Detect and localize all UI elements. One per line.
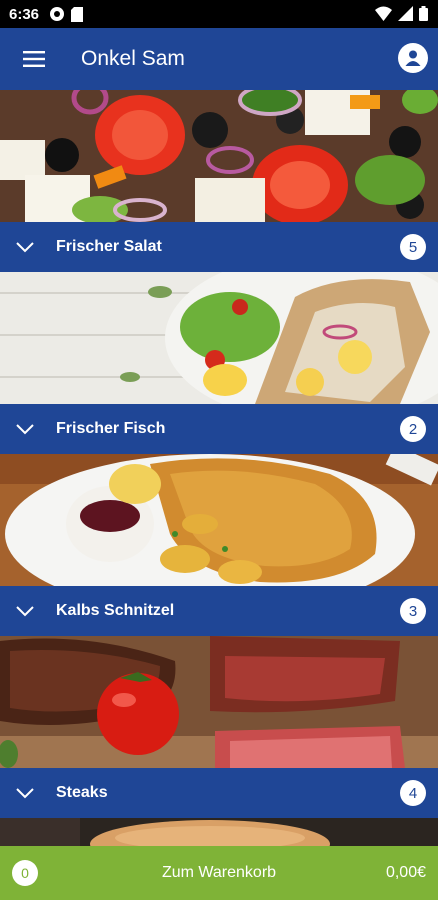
category-label: Frischer Fisch: [56, 420, 166, 437]
user-icon: [405, 50, 421, 66]
fish-photo[interactable]: [0, 272, 438, 404]
schnitzel-photo[interactable]: [0, 454, 438, 586]
category-schnitzel[interactable]: Kalbs Schnitzel 3: [0, 454, 438, 636]
chevron-down-icon: [14, 782, 36, 804]
page-title: Onkel Sam: [81, 47, 185, 70]
next-category-photo[interactable]: [0, 818, 438, 846]
category-salad[interactable]: Frischer Salat 5: [0, 90, 438, 272]
category-count-badge: 2: [400, 416, 426, 442]
steak-photo[interactable]: [0, 636, 438, 768]
menu-button[interactable]: [14, 39, 54, 79]
category-count-badge: 4: [400, 780, 426, 806]
cart-bar[interactable]: 0 Zum Warenkorb 0,00€: [0, 846, 438, 900]
wifi-icon: [375, 6, 392, 21]
salad-photo[interactable]: [0, 90, 438, 222]
cart-total: 0,00€: [385, 864, 426, 881]
status-time: 6:36: [9, 5, 40, 23]
category-header[interactable]: Steaks 4: [0, 768, 438, 818]
account-button[interactable]: [398, 43, 428, 73]
cart-label: Zum Warenkorb: [161, 864, 277, 881]
battery-icon: [419, 6, 428, 21]
category-header[interactable]: Frischer Salat 5: [0, 222, 438, 272]
app-bar: Onkel Sam: [0, 28, 438, 90]
category-label: Steaks: [56, 784, 108, 801]
hamburger-icon: [23, 51, 45, 67]
category-count-badge: 5: [400, 234, 426, 260]
chevron-down-icon: [14, 600, 36, 622]
category-label: Kalbs Schnitzel: [56, 602, 175, 619]
chevron-down-icon: [14, 236, 36, 258]
category-header[interactable]: Kalbs Schnitzel 3: [0, 586, 438, 636]
chevron-down-icon: [14, 418, 36, 440]
burger-photo-partial: [0, 818, 438, 846]
category-count-badge: 3: [400, 598, 426, 624]
category-steaks[interactable]: Steaks 4: [0, 636, 438, 818]
category-fish[interactable]: Frischer Fisch 2: [0, 272, 438, 454]
sd-card-icon: [71, 6, 84, 22]
category-header[interactable]: Frischer Fisch 2: [0, 404, 438, 454]
category-label: Frischer Salat: [56, 238, 162, 255]
notification-icon: [50, 7, 65, 21]
status-bar: 6:36: [0, 0, 438, 28]
signal-icon: [398, 6, 413, 21]
